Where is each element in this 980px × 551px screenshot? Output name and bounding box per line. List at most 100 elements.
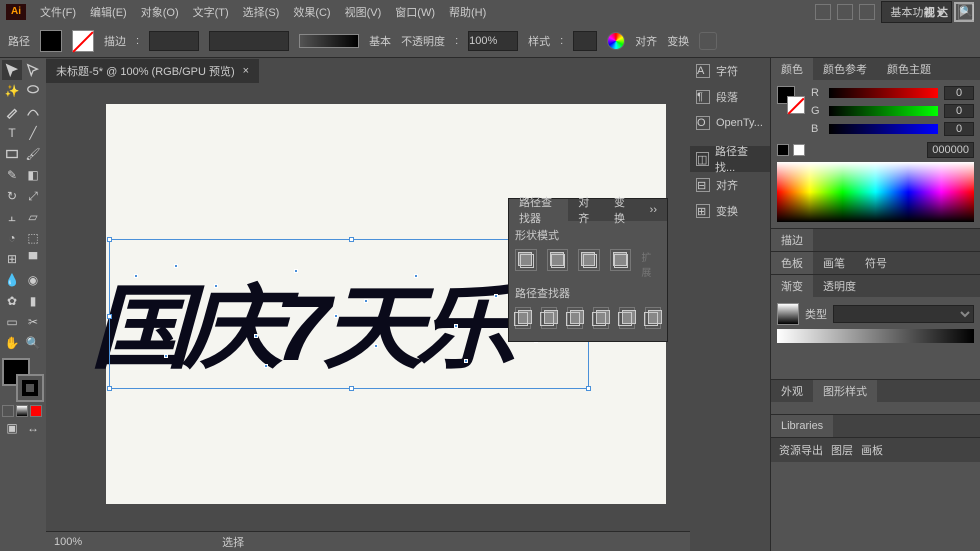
artboard-tool[interactable]: ▭: [2, 312, 22, 332]
minus-front-button[interactable]: [547, 249, 569, 271]
hex-input[interactable]: 000000: [927, 142, 974, 158]
paintbrush-tool[interactable]: 🖌: [23, 144, 43, 164]
pf-collapse-icon[interactable]: ››: [640, 199, 667, 221]
merge-button[interactable]: [567, 307, 583, 329]
color-mode-normal[interactable]: [2, 405, 14, 417]
asset-export-tab[interactable]: 资源导出: [779, 442, 823, 458]
color-mode-none[interactable]: [30, 405, 42, 417]
stroke-weight-input[interactable]: [149, 31, 199, 51]
pf-align-tab[interactable]: 对齐: [568, 199, 604, 221]
intersect-button[interactable]: [578, 249, 600, 271]
opacity-input[interactable]: [468, 31, 518, 51]
rotate-tool[interactable]: ↻: [2, 186, 22, 206]
curvature-tool[interactable]: [23, 102, 43, 122]
dock-opentype[interactable]: OOpenTy...: [690, 110, 770, 136]
shaper-tool[interactable]: ✎: [2, 165, 22, 185]
document-tab[interactable]: 未标题-5* @ 100% (RGB/GPU 预览) ×: [46, 59, 259, 83]
eyedropper-tool[interactable]: 💧: [2, 270, 22, 290]
close-tab-icon[interactable]: ×: [243, 65, 249, 77]
style-dropdown[interactable]: [573, 31, 597, 51]
menu-object[interactable]: 对象(O): [141, 4, 179, 20]
g-slider[interactable]: [829, 106, 938, 116]
gradient-preview[interactable]: [777, 303, 799, 325]
change-screen-mode[interactable]: ↔: [23, 418, 43, 438]
pen-tool[interactable]: [2, 102, 22, 122]
stroke-swatch[interactable]: [72, 30, 94, 52]
crop-button[interactable]: [593, 307, 609, 329]
dock-align[interactable]: ⊟对齐: [690, 172, 770, 198]
exclude-button[interactable]: [610, 249, 632, 271]
rectangle-tool[interactable]: [2, 144, 22, 164]
spectrum-fill-swatch[interactable]: [777, 144, 789, 156]
isolate-icon[interactable]: [699, 32, 717, 50]
color-fill-stroke[interactable]: [777, 86, 805, 114]
line-tool[interactable]: ╱: [23, 123, 43, 143]
direct-selection-tool[interactable]: [23, 60, 43, 80]
menu-edit[interactable]: 编辑(E): [90, 4, 127, 20]
menu-type[interactable]: 文字(T): [193, 4, 229, 20]
swatches-tab[interactable]: 色板: [771, 252, 813, 274]
gradient-slider[interactable]: [777, 329, 974, 343]
slice-tool[interactable]: ✂: [23, 312, 43, 332]
stroke-color-box[interactable]: [16, 374, 44, 402]
magic-wand-tool[interactable]: ✨: [2, 81, 22, 101]
transform-link[interactable]: 变换: [667, 33, 689, 49]
layers-tab[interactable]: 图层: [831, 442, 853, 458]
zoom-level[interactable]: 100%: [54, 536, 82, 548]
eraser-tool[interactable]: ◧: [23, 165, 43, 185]
color-spectrum[interactable]: [777, 162, 974, 222]
selection-tool[interactable]: [2, 60, 22, 80]
menu-file[interactable]: 文件(F): [40, 4, 76, 20]
brush-definition[interactable]: [209, 31, 289, 51]
type-tool[interactable]: T: [2, 123, 22, 143]
menu-icon-1[interactable]: [815, 4, 831, 20]
menu-icon-3[interactable]: [859, 4, 875, 20]
transparency-tab[interactable]: 透明度: [813, 275, 866, 297]
width-tool[interactable]: ⫠: [2, 207, 22, 227]
expand-button[interactable]: 扩展: [641, 249, 661, 279]
blend-tool[interactable]: ◉: [23, 270, 43, 290]
fill-stroke-control[interactable]: [2, 358, 44, 402]
gradient-type-select[interactable]: [833, 305, 974, 323]
zoom-tool[interactable]: 🔍: [23, 333, 43, 353]
lasso-tool[interactable]: [23, 81, 43, 101]
brushes-tab[interactable]: 画笔: [813, 252, 855, 274]
appearance-tab[interactable]: 外观: [771, 380, 813, 402]
perspective-tool[interactable]: ⬚: [23, 228, 43, 248]
g-value[interactable]: 0: [944, 104, 974, 118]
symbol-sprayer-tool[interactable]: ✿: [2, 291, 22, 311]
gradient-tool[interactable]: ▀: [23, 249, 43, 269]
free-transform-tool[interactable]: ▱: [23, 207, 43, 227]
pf-transform-tab[interactable]: 变换: [604, 199, 640, 221]
color-tab[interactable]: 颜色: [771, 58, 813, 80]
hand-tool[interactable]: ✋: [2, 333, 22, 353]
shape-builder-tool[interactable]: ◔: [2, 228, 22, 248]
unite-button[interactable]: [515, 249, 537, 271]
color-guide-tab[interactable]: 颜色参考: [813, 58, 877, 80]
menu-window[interactable]: 窗口(W): [395, 4, 435, 20]
libraries-tab[interactable]: Libraries: [771, 415, 833, 437]
b-value[interactable]: 0: [944, 122, 974, 136]
brush-preview[interactable]: [299, 34, 359, 48]
symbols-tab[interactable]: 符号: [855, 252, 897, 274]
gradient-tab[interactable]: 渐变: [771, 275, 813, 297]
divide-button[interactable]: [515, 307, 531, 329]
minus-back-button[interactable]: [645, 307, 661, 329]
fill-swatch[interactable]: [40, 30, 62, 52]
spectrum-stroke-swatch[interactable]: [793, 144, 805, 156]
screen-mode[interactable]: ▣: [2, 418, 22, 438]
dock-transform[interactable]: ⊞变换: [690, 198, 770, 224]
column-graph-tool[interactable]: ▮: [23, 291, 43, 311]
outline-button[interactable]: [619, 307, 635, 329]
dock-character[interactable]: A字符: [690, 58, 770, 84]
recolor-icon[interactable]: [607, 32, 625, 50]
stroke-tab[interactable]: 描边: [771, 229, 813, 251]
align-link[interactable]: 对齐: [635, 33, 657, 49]
mesh-tool[interactable]: ⊞: [2, 249, 22, 269]
r-value[interactable]: 0: [944, 86, 974, 100]
r-slider[interactable]: [829, 88, 938, 98]
menu-view[interactable]: 视图(V): [345, 4, 382, 20]
menu-help[interactable]: 帮助(H): [449, 4, 486, 20]
trim-button[interactable]: [541, 307, 557, 329]
menu-select[interactable]: 选择(S): [243, 4, 280, 20]
